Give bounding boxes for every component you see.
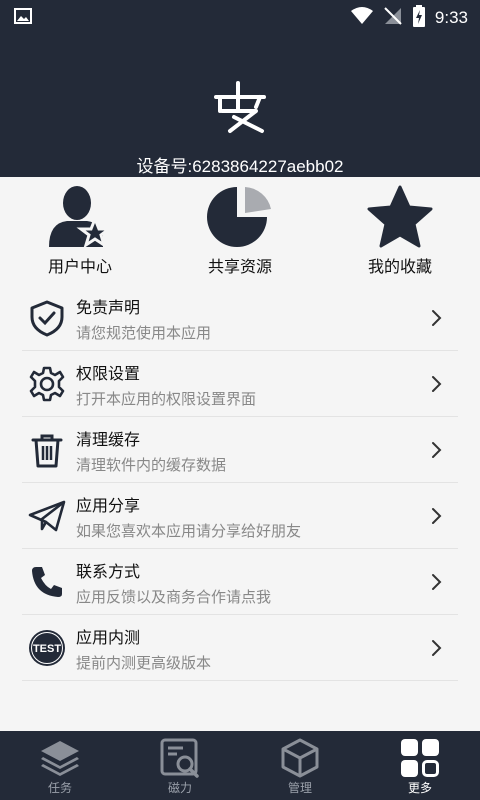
search-doc-icon bbox=[159, 737, 201, 779]
menu-item-subtitle: 应用反馈以及商务合作请点我 bbox=[76, 588, 272, 606]
menu-item-subtitle: 提前内测更高级版本 bbox=[76, 654, 212, 672]
gear-icon bbox=[28, 365, 66, 403]
star-icon bbox=[365, 183, 435, 251]
trash-icon bbox=[28, 431, 66, 469]
bottom-nav: 任务 磁力 管理 更多 bbox=[0, 731, 480, 800]
favorites-label: 我的收藏 bbox=[367, 257, 432, 276]
menu-item-title: 权限设置 bbox=[76, 364, 141, 383]
device-id: 设备号:6283864227aebb02 bbox=[136, 157, 344, 176]
test-badge-icon: TEST bbox=[28, 629, 66, 667]
menu-item-title: 应用内测 bbox=[76, 628, 141, 647]
chevron-right-icon bbox=[430, 440, 442, 460]
quick-actions: 用户中心 共享资源 我的收藏 bbox=[0, 177, 480, 281]
chevron-right-icon bbox=[430, 308, 442, 328]
menu-item-subtitle: 如果您喜欢本应用请分享给好朋友 bbox=[76, 522, 302, 540]
tab-label: 管理 bbox=[287, 781, 312, 795]
pie-icon bbox=[205, 183, 275, 251]
send-icon bbox=[28, 497, 66, 535]
tab-magnet[interactable]: 磁力 bbox=[120, 737, 240, 796]
tab-tasks[interactable]: 任务 bbox=[0, 737, 120, 796]
user-star-icon bbox=[45, 183, 115, 251]
user-center-button[interactable]: 用户中心 bbox=[20, 183, 140, 277]
menu-item-clear-cache[interactable]: 清理缓存 清理软件内的缓存数据 bbox=[22, 417, 458, 483]
menu-item-subtitle: 请您规范使用本应用 bbox=[76, 324, 212, 342]
favorites-button[interactable]: 我的收藏 bbox=[340, 183, 460, 277]
tab-manage[interactable]: 管理 bbox=[240, 737, 360, 796]
menu-item-permissions[interactable]: 权限设置 打开本应用的权限设置界面 bbox=[22, 351, 458, 417]
tab-more[interactable]: 更多 bbox=[360, 737, 480, 796]
battery-charging-icon bbox=[412, 5, 425, 31]
tab-label: 磁力 bbox=[167, 781, 192, 795]
chevron-right-icon bbox=[430, 638, 442, 658]
menu-item-subtitle: 清理软件内的缓存数据 bbox=[76, 456, 227, 474]
tab-label: 更多 bbox=[407, 781, 432, 795]
cube-icon bbox=[279, 737, 321, 779]
settings-list: 免责声明 请您规范使用本应用 权限设置 打开本应用的权限设置界面 清理缓存 清理… bbox=[22, 285, 458, 681]
chevron-right-icon bbox=[430, 374, 442, 394]
menu-item-share-app[interactable]: 应用分享 如果您喜欢本应用请分享给好朋友 bbox=[22, 483, 458, 549]
no-signal-icon bbox=[383, 6, 403, 30]
grid-icon bbox=[399, 737, 441, 779]
profile-header: 设备号:6283864227aebb02 bbox=[0, 32, 480, 177]
shield-check-icon bbox=[28, 299, 66, 337]
menu-item-subtitle: 打开本应用的权限设置界面 bbox=[76, 390, 257, 408]
gallery-notification-icon bbox=[14, 8, 32, 28]
status-bar: 9:33 bbox=[0, 0, 480, 32]
chevron-right-icon bbox=[430, 572, 442, 592]
app-logo bbox=[210, 77, 270, 137]
menu-item-beta-test[interactable]: TEST 应用内测 提前内测更高级版本 bbox=[22, 615, 458, 681]
tab-label: 任务 bbox=[47, 781, 72, 795]
chevron-right-icon bbox=[430, 506, 442, 526]
menu-item-title: 应用分享 bbox=[76, 496, 141, 515]
phone-icon bbox=[28, 563, 66, 601]
menu-item-contact[interactable]: 联系方式 应用反馈以及商务合作请点我 bbox=[22, 549, 458, 615]
layers-icon bbox=[39, 737, 81, 779]
user-center-label: 用户中心 bbox=[47, 257, 112, 276]
wifi-icon bbox=[350, 7, 373, 29]
test-badge-text: TEST bbox=[33, 643, 61, 655]
menu-item-title: 联系方式 bbox=[76, 562, 141, 581]
shared-resources-label: 共享资源 bbox=[207, 257, 272, 276]
menu-item-disclaimer[interactable]: 免责声明 请您规范使用本应用 bbox=[22, 285, 458, 351]
menu-item-title: 免责声明 bbox=[76, 298, 141, 317]
menu-item-title: 清理缓存 bbox=[76, 430, 141, 449]
shared-resources-button[interactable]: 共享资源 bbox=[180, 183, 300, 277]
clock: 9:33 bbox=[434, 8, 468, 27]
